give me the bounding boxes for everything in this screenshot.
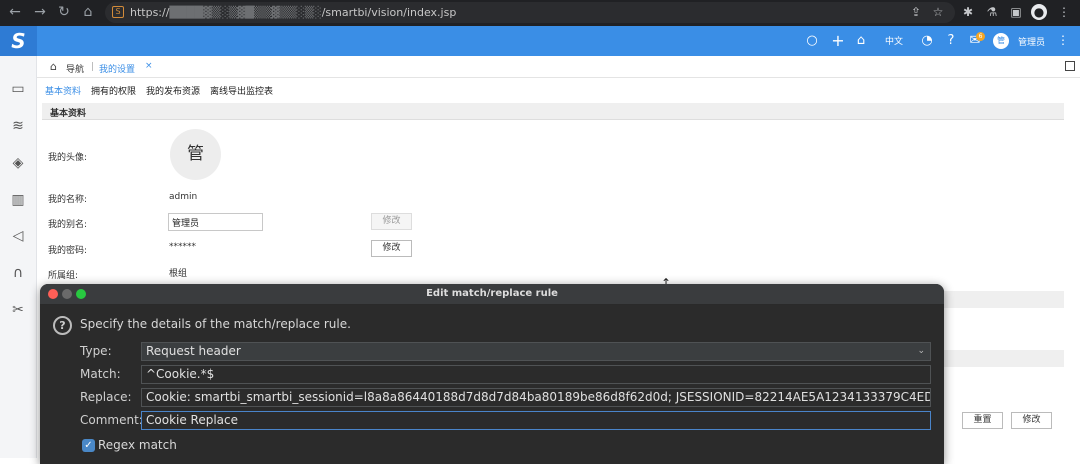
modify-button[interactable]: 修改 bbox=[1011, 412, 1052, 429]
password-modify-button[interactable]: 修改 bbox=[371, 240, 412, 257]
site-favicon-icon: S bbox=[112, 6, 124, 18]
alias-modify-button[interactable]: 修改 bbox=[371, 213, 412, 230]
tools-icon[interactable]: ✂ bbox=[9, 301, 27, 319]
dialog-title: Edit match/replace rule bbox=[426, 288, 558, 299]
home-icon[interactable]: ⌂ bbox=[79, 3, 97, 21]
search-icon[interactable]: ○ bbox=[804, 32, 820, 50]
section-header: 基本资料 bbox=[42, 103, 1064, 120]
breadcrumb-tab-settings[interactable]: 我的设置 bbox=[99, 62, 135, 75]
breadcrumb: ⌂ 导航 | 我的设置 × bbox=[37, 56, 1080, 78]
dialog-body: ? Specify the details of the match/repla… bbox=[40, 305, 944, 464]
help-icon[interactable]: ? bbox=[943, 32, 959, 50]
extensions-icon[interactable]: ✱ bbox=[960, 4, 976, 20]
chevron-down-icon: ⌄ bbox=[917, 346, 925, 356]
section-band bbox=[942, 291, 1064, 308]
alias-input[interactable] bbox=[168, 213, 263, 231]
user-avatar-large[interactable]: 管 bbox=[170, 129, 221, 180]
lab-flask-icon[interactable]: ⚗ bbox=[984, 4, 1000, 20]
tab-permissions[interactable]: 拥有的权限 bbox=[91, 84, 136, 97]
dialog-titlebar[interactable]: Edit match/replace rule bbox=[40, 284, 944, 305]
group-label: 所属组: bbox=[48, 271, 79, 281]
type-value: Request header bbox=[146, 344, 241, 358]
match-replace-dialog: Edit match/replace rule ? Specify the de… bbox=[40, 284, 944, 464]
app-header: S ○ + ⌂ 中文 ◔ ? ✉ 6 管 管理员 ⋮ bbox=[0, 26, 1080, 56]
user-name[interactable]: 管理员 bbox=[1018, 35, 1045, 48]
browser-chrome: ← → ↻ ⌂ S https://████▓▒░▒▓█▒▒▓▒▒░▒░/sma… bbox=[0, 0, 1080, 26]
comment-input[interactable]: Cookie Replace bbox=[141, 411, 931, 430]
monitor-icon[interactable]: ▭ bbox=[9, 80, 27, 98]
maximize-icon[interactable] bbox=[1065, 61, 1075, 71]
replace-input[interactable]: Cookie: smartbi_smartbi_sessionid=l8a8a8… bbox=[141, 388, 931, 407]
message-count-badge: 6 bbox=[976, 32, 985, 41]
section-band bbox=[942, 350, 1064, 367]
help-icon: ? bbox=[53, 316, 72, 335]
name-value: admin bbox=[169, 192, 198, 202]
reset-button[interactable]: 重置 bbox=[962, 412, 1003, 429]
more-menu-icon[interactable]: ⋮ bbox=[1057, 33, 1069, 47]
home-icon[interactable]: ⌂ bbox=[852, 32, 870, 50]
name-label: 我的名称: bbox=[48, 195, 88, 205]
address-bar[interactable]: S https://████▓▒░▒▓█▒▒▓▒▒░▒░/smartbi/vis… bbox=[105, 2, 955, 23]
smartbi-logo[interactable]: S bbox=[0, 26, 37, 56]
regex-label[interactable]: Regex match bbox=[98, 438, 177, 452]
type-label: Type: bbox=[80, 344, 112, 358]
alias-label: 我的别名: bbox=[48, 220, 88, 230]
browser-menu-icon[interactable]: ⋮ bbox=[1056, 4, 1072, 20]
nav-home-icon[interactable]: ⌂ bbox=[50, 60, 57, 73]
send-icon[interactable]: ◁ bbox=[9, 227, 27, 245]
side-panel-icon[interactable]: ▣ bbox=[1008, 4, 1024, 20]
match-label: Match: bbox=[80, 367, 121, 381]
headset-icon[interactable]: ∩ bbox=[9, 264, 27, 282]
close-tab-icon[interactable]: × bbox=[145, 61, 153, 71]
breadcrumb-separator: | bbox=[91, 62, 95, 72]
match-input[interactable]: ^Cookie.*$ bbox=[141, 365, 931, 384]
bar-chart-icon[interactable]: ▥ bbox=[9, 191, 27, 209]
bell-icon[interactable]: ◔ bbox=[919, 32, 935, 50]
url-text: https://████▓▒░▒▓█▒▒▓▒▒░▒░/smartbi/visio… bbox=[130, 6, 457, 19]
comment-label: Comment: bbox=[80, 413, 143, 427]
dialog-description: Specify the details of the match/replace… bbox=[80, 317, 351, 331]
left-sidebar: ▭ ≋ ◈ ▥ ◁ ∩ ✂ bbox=[0, 56, 37, 458]
tab-basic-info[interactable]: 基本资料 bbox=[45, 84, 81, 97]
group-value: 根组 bbox=[169, 269, 188, 279]
share-icon[interactable]: ⇪ bbox=[908, 4, 924, 20]
tab-published-resources[interactable]: 我的发布资源 bbox=[146, 84, 200, 97]
tab-offline-export[interactable]: 离线导出监控表 bbox=[210, 84, 273, 97]
type-select[interactable]: Request header ⌄ bbox=[141, 342, 931, 361]
add-icon[interactable]: + bbox=[830, 32, 846, 50]
regex-checkbox[interactable]: ✓ bbox=[82, 439, 95, 452]
bookmark-star-icon[interactable]: ☆ bbox=[930, 4, 946, 20]
database-icon[interactable]: ≋ bbox=[9, 117, 27, 135]
reload-icon[interactable]: ↻ bbox=[55, 3, 73, 21]
language-switch[interactable]: 中文 bbox=[885, 34, 903, 47]
forward-icon[interactable]: → bbox=[31, 3, 49, 21]
back-icon[interactable]: ← bbox=[6, 3, 24, 21]
cube-icon[interactable]: ◈ bbox=[9, 154, 27, 172]
user-avatar[interactable]: 管 bbox=[993, 33, 1009, 49]
section-title: 基本资料 bbox=[50, 109, 87, 119]
avatar-label: 我的头像: bbox=[48, 153, 88, 163]
password-label: 我的密码: bbox=[48, 246, 88, 256]
profile-icon[interactable]: ● bbox=[1031, 4, 1047, 20]
breadcrumb-nav[interactable]: 导航 bbox=[66, 62, 84, 75]
password-value: ****** bbox=[169, 242, 196, 252]
replace-label: Replace: bbox=[80, 390, 132, 404]
